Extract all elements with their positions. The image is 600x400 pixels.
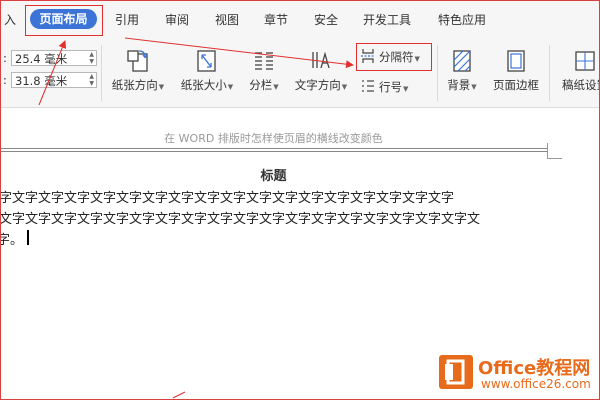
page-orientation-icon: [127, 50, 148, 72]
background-label: 背景: [447, 78, 471, 92]
menu-page-layout[interactable]: 页面布局: [30, 9, 97, 29]
margin-top-input[interactable]: 25.4 毫米 ▲ ▼: [11, 50, 97, 66]
text-direction-label: 文字方向: [294, 78, 341, 92]
text-direction-icon: [312, 51, 330, 69]
margin-corner-mark: [547, 143, 548, 159]
background-button[interactable]: 背景▼: [441, 48, 483, 93]
text-cursor: [27, 230, 29, 245]
breaks-label: 分隔符: [379, 50, 414, 64]
menu-section[interactable]: 章节: [264, 11, 288, 28]
header-rule: [1, 151, 547, 152]
page-border-icon: [507, 50, 525, 72]
columns-label: 分栏: [249, 78, 273, 92]
chevron-down-icon: ▼: [227, 83, 234, 91]
page-orientation-label: 纸张方向: [111, 78, 158, 92]
spin-down-icon[interactable]: ▼: [89, 81, 94, 87]
background-icon: [453, 50, 471, 72]
paper-settings-label: 稿纸设置: [562, 78, 599, 92]
margin-top-value: 25.4 毫米: [15, 52, 68, 66]
document-body-line[interactable]: 字。: [1, 229, 23, 248]
page-size-label: 纸张大小: [180, 78, 227, 92]
paper-grid-icon: [575, 51, 595, 71]
chevron-down-icon: ▼: [403, 85, 409, 93]
ribbon-separator: [549, 45, 550, 101]
margin-bottom-prefix: :: [3, 73, 7, 87]
document-body-line[interactable]: 文字文字文字文字文字文字文字文字文字文字文字文字文字文字文字文字文字文字文: [1, 208, 480, 227]
ribbon: : 25.4 毫米 ▲ ▼ : 31.8 毫米 ▲ ▼ 纸张方向▼ 纸张大小▼ …: [1, 39, 599, 108]
line-numbers-icon: [362, 80, 374, 92]
page-border-button[interactable]: 页面边框: [489, 48, 543, 93]
page-orientation-button[interactable]: 纸张方向▼: [109, 48, 167, 93]
margin-bottom-input[interactable]: 31.8 毫米 ▲ ▼: [11, 72, 97, 88]
page-size-button[interactable]: 纸张大小▼: [177, 48, 237, 93]
document-title[interactable]: 标题: [1, 165, 546, 184]
chevron-down-icon: ▼: [273, 83, 279, 91]
window-frame: 入 页面布局 引用 审阅 视图 章节 安全 开发工具 特色应用 : 25.4 毫…: [0, 0, 600, 400]
chevron-down-icon: ▼: [414, 55, 420, 63]
header-rule: [1, 148, 547, 149]
menu-references[interactable]: 引用: [115, 11, 139, 28]
margin-top-prefix: :: [3, 51, 7, 65]
breaks-button[interactable]: 分隔符▼: [360, 47, 428, 65]
page-size-icon: [197, 50, 216, 72]
ribbon-separator: [101, 45, 102, 101]
columns-icon: [255, 52, 273, 70]
breaks-icon: [361, 49, 375, 63]
columns-button[interactable]: 分栏▼: [242, 48, 286, 93]
text-direction-button[interactable]: 文字方向▼: [291, 48, 351, 93]
page-border-label: 页面边框: [493, 78, 539, 92]
chevron-down-icon: ▼: [158, 83, 165, 91]
spin-down-icon[interactable]: ▼: [89, 59, 94, 65]
page-header-text[interactable]: 在 WORD 排版时怎样使页眉的横线改变颜色: [1, 130, 546, 146]
menu-developer[interactable]: 开发工具: [363, 11, 411, 28]
watermark-url: www.office26.com: [481, 377, 591, 391]
chevron-down-icon: ▼: [471, 83, 477, 91]
menu-bar: 入 页面布局 引用 审阅 视图 章节 安全 开发工具 特色应用: [1, 1, 599, 39]
menu-insert-partial[interactable]: 入: [4, 11, 16, 28]
office-logo-icon: [439, 355, 473, 389]
margin-bottom-value: 31.8 毫米: [15, 74, 68, 88]
menu-special[interactable]: 特色应用: [438, 11, 486, 28]
document-body-line[interactable]: 字文字文字文字文字文字文字文字文字文字文字文字文字文字文字文字文字文字: [1, 187, 454, 206]
line-numbers-button[interactable]: 行号▼: [360, 77, 420, 95]
ribbon-separator: [437, 45, 438, 101]
chevron-down-icon: ▼: [341, 83, 348, 91]
menu-review[interactable]: 审阅: [165, 11, 189, 28]
margin-corner-mark: [548, 158, 562, 159]
menu-view[interactable]: 视图: [215, 11, 239, 28]
menu-security[interactable]: 安全: [314, 11, 338, 28]
line-numbers-label: 行号: [379, 80, 402, 94]
paper-settings-button[interactable]: 稿纸设置: [557, 48, 599, 93]
